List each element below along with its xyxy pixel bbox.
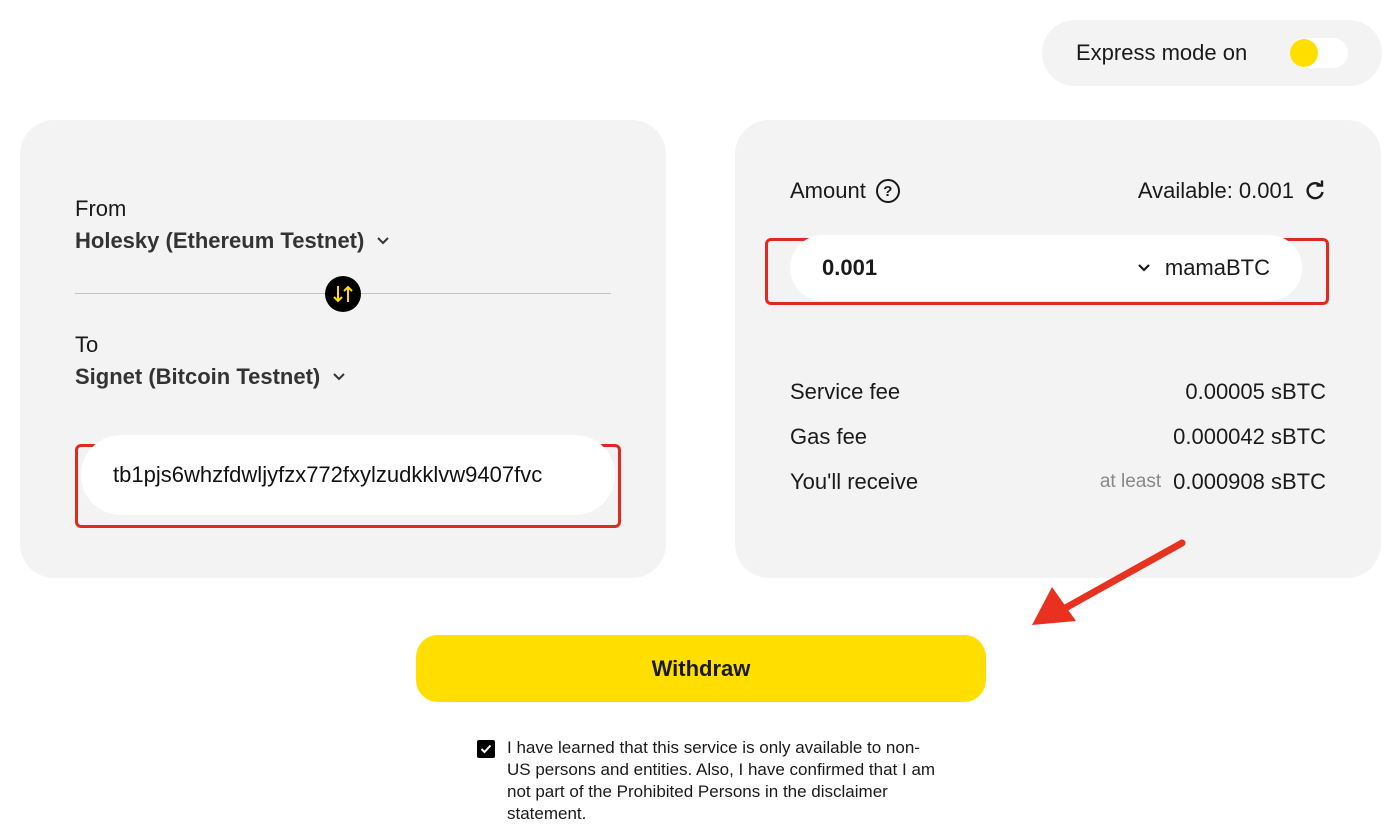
receive-row: You'll receive at least 0.000908 sBTC xyxy=(790,469,1326,495)
withdraw-button[interactable]: Withdraw xyxy=(416,635,986,702)
receive-value: 0.000908 sBTC xyxy=(1173,469,1326,494)
chevron-down-icon xyxy=(1138,264,1150,272)
destination-address-input[interactable]: tb1pjs6whzfdwljyfzx772fxylzudkklvw9407fv… xyxy=(81,435,615,515)
network-card: From Holesky (Ethereum Testnet) To Signe… xyxy=(20,120,666,578)
chevron-down-icon xyxy=(377,237,390,245)
swap-button[interactable] xyxy=(325,276,361,312)
express-mode-toggle[interactable] xyxy=(1290,38,1348,68)
to-network-value: Signet (Bitcoin Testnet) xyxy=(75,364,321,389)
to-network-select[interactable]: Signet (Bitcoin Testnet) xyxy=(75,364,346,390)
gas-fee-row: Gas fee 0.000042 sBTC xyxy=(790,424,1326,450)
from-network-value: Holesky (Ethereum Testnet) xyxy=(75,228,365,253)
receive-qualifier: at least xyxy=(1099,471,1162,492)
annotation-arrow xyxy=(1032,539,1186,625)
help-icon[interactable]: ? xyxy=(875,179,900,203)
service-fee-label: Service fee xyxy=(790,379,901,404)
service-fee-row: Service fee 0.00005 sBTC xyxy=(790,379,1326,405)
disclaimer-checkbox[interactable] xyxy=(477,740,495,758)
service-fee-value: 0.00005 sBTC xyxy=(1185,379,1326,404)
gas-fee-value: 0.000042 sBTC xyxy=(1173,424,1326,449)
amount-header: Amount ? xyxy=(790,178,900,204)
to-label: To xyxy=(75,332,99,357)
from-label: From xyxy=(75,196,127,221)
amount-card: Amount ? Available: 0.001 0.001 mamaBTC xyxy=(735,120,1381,578)
available-balance: Available: 0.001 xyxy=(1138,178,1326,204)
token-select[interactable]: mamaBTC xyxy=(1137,255,1270,281)
bridge-page: Express mode on From Holesky (Ethereum T… xyxy=(0,0,1400,840)
address-highlight: tb1pjs6whzfdwljyfzx772fxylzudkklvw9407fv… xyxy=(75,435,621,528)
amount-input[interactable]: 0.001 xyxy=(822,255,1137,281)
express-mode-panel: Express mode on xyxy=(1042,20,1382,86)
toggle-knob xyxy=(1290,39,1318,67)
receive-label: You'll receive xyxy=(790,469,919,494)
chevron-down-icon xyxy=(333,373,345,381)
disclaimer-text: I have learned that this service is only… xyxy=(507,738,936,823)
amount-highlight: 0.001 mamaBTC xyxy=(765,235,1329,305)
available-text: Available: 0.001 xyxy=(1137,178,1294,203)
amount-label: Amount xyxy=(790,178,866,203)
amount-field: 0.001 mamaBTC xyxy=(790,235,1302,301)
token-value: mamaBTC xyxy=(1164,255,1270,280)
refresh-icon[interactable] xyxy=(1304,180,1326,202)
disclaimer: I have learned that this service is only… xyxy=(477,737,937,825)
check-icon xyxy=(480,744,492,754)
express-mode-label: Express mode on xyxy=(1076,40,1248,65)
gas-fee-label: Gas fee xyxy=(790,424,868,449)
swap-icon xyxy=(333,285,353,303)
receive-amount: at least 0.000908 sBTC xyxy=(1100,469,1326,495)
from-network-select[interactable]: Holesky (Ethereum Testnet) xyxy=(75,228,390,254)
